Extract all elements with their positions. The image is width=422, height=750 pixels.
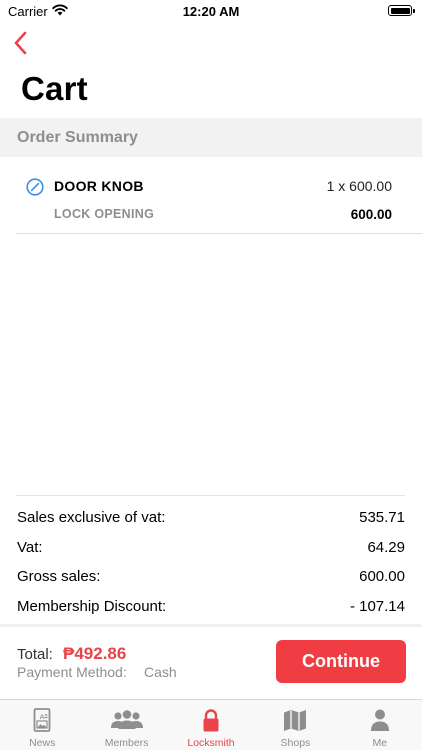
totals-value: - 107.14 [349, 597, 405, 615]
totals-row-vat: Vat: 64.29 [16, 534, 405, 564]
tab-label: Locksmith [187, 737, 235, 749]
item-name: DOOR KNOB [54, 178, 144, 194]
tab-locksmith[interactable]: Locksmith [169, 700, 253, 750]
totals-row-gross-sales: Gross sales: 600.00 [16, 563, 405, 593]
person-icon [370, 709, 389, 731]
payment-method-value: Cash [144, 664, 177, 680]
lock-icon [203, 709, 219, 732]
page-title: Cart [21, 70, 88, 107]
tab-label: Me [372, 737, 388, 749]
svg-text:A: A [40, 714, 45, 721]
status-time: 12:20 AM [182, 4, 240, 19]
battery-icon [388, 5, 415, 16]
payment-method-label: Payment Method: [17, 664, 127, 680]
totals-label: Sales exclusive of vat: [17, 509, 166, 526]
totals-label: Gross sales: [17, 568, 101, 585]
tab-label: Members [104, 737, 149, 749]
totals-value: 535.71 [359, 509, 405, 526]
total-label: Total: [17, 646, 53, 663]
item-service-type: LOCK OPENING [54, 207, 155, 221]
tab-members[interactable]: Members [84, 700, 168, 750]
tab-news[interactable]: A News [0, 700, 84, 750]
totals-label: Membership Discount: [17, 597, 167, 615]
back-chevron-icon[interactable] [10, 30, 32, 56]
total-amount: ₱492.86 [63, 644, 127, 663]
totals-row-vat-exclusive: Sales exclusive of vat: 535.71 [16, 504, 405, 534]
footer-divider [0, 624, 422, 627]
continue-button[interactable]: Continue [276, 640, 406, 683]
tab-me[interactable]: Me [338, 700, 422, 750]
order-line-item[interactable]: DOOR KNOB 1 x 600.00 LOCK OPENING 600.00 [16, 160, 422, 234]
tab-label: Shops [280, 737, 311, 749]
totals-label: Vat: [17, 538, 43, 556]
members-icon [110, 710, 143, 729]
tab-label: News [29, 737, 56, 749]
status-bar: Carrier 12:20 AM [0, 0, 422, 22]
news-icon: A [33, 708, 51, 732]
order-summary-heading: Order Summary [17, 129, 138, 146]
unavailable-status-icon [26, 178, 44, 196]
item-line-total: 600.00 [350, 207, 392, 222]
item-quantity-price: 1 x 600.00 [326, 178, 392, 194]
tab-shops[interactable]: Shops [253, 700, 337, 750]
map-icon [284, 710, 307, 731]
totals-breakdown: Sales exclusive of vat: 535.71 Vat: 64.2… [16, 495, 405, 622]
totals-value: 600.00 [359, 568, 405, 585]
totals-row-membership-discount: Membership Discount: - 107.14 [16, 593, 405, 623]
totals-value: 64.29 [367, 538, 405, 556]
tab-bar: A News Members Locksmith Shops Me [0, 699, 422, 750]
order-summary-header: Order Summary [0, 118, 422, 157]
